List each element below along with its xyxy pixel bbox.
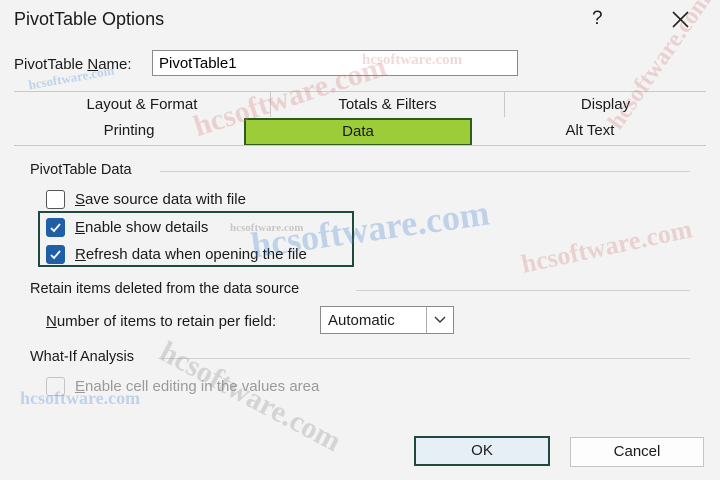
pivottable-name-label: PivotTable Name: [14, 56, 132, 73]
section-divider [160, 171, 690, 172]
tab-alt-text[interactable]: Alt Text [474, 118, 706, 144]
section-pivottable-data-title: PivotTable Data [30, 162, 132, 178]
dialog-title: PivotTable Options [14, 9, 165, 29]
tab-display[interactable]: Display [504, 91, 706, 117]
section-divider [356, 290, 690, 291]
checkmark-icon [50, 223, 61, 233]
enable-cell-editing-label: Enable cell editing in the values area [75, 378, 320, 395]
ok-button[interactable]: OK [414, 436, 550, 466]
close-button[interactable] [666, 4, 694, 32]
refresh-on-open-checkbox[interactable] [46, 245, 65, 264]
enable-show-details-option[interactable]: Enable show details [46, 218, 208, 237]
help-button[interactable]: ? [592, 8, 603, 30]
save-source-data-label: Save source data with file [75, 191, 246, 208]
enable-cell-editing-checkbox[interactable] [46, 377, 65, 396]
section-what-if-title: What-If Analysis [30, 349, 134, 365]
enable-show-details-label: Enable show details [75, 219, 209, 236]
tab-printing[interactable]: Printing [14, 118, 244, 144]
cancel-button[interactable]: Cancel [570, 437, 704, 467]
close-icon [672, 11, 689, 28]
tab-strip: Layout & Format Totals & Filters Display… [14, 91, 706, 146]
save-source-data-option[interactable]: Save source data with file [46, 190, 246, 209]
chevron-down-icon[interactable] [426, 307, 453, 333]
tab-data[interactable]: Data [244, 118, 472, 146]
section-divider [162, 358, 690, 359]
pivottable-options-dialog: PivotTable Options ? PivotTable Name: La… [0, 0, 720, 480]
enable-cell-editing-option[interactable]: Enable cell editing in the values area [46, 377, 319, 396]
refresh-on-open-label: Refresh data when opening the file [75, 246, 307, 263]
enable-show-details-checkbox[interactable] [46, 218, 65, 237]
save-source-data-checkbox[interactable] [46, 190, 65, 209]
section-retain-items-title: Retain items deleted from the data sourc… [30, 281, 300, 297]
title-bar: PivotTable Options ? [0, 0, 720, 40]
refresh-on-open-option[interactable]: Refresh data when opening the file [46, 245, 307, 264]
retain-items-field-label: Number of items to retain per field: [46, 313, 277, 330]
tab-layout-format[interactable]: Layout & Format [14, 91, 270, 117]
pivottable-name-input[interactable] [152, 50, 518, 76]
tab-totals-filters[interactable]: Totals & Filters [270, 91, 504, 117]
checkmark-icon [50, 250, 61, 260]
retain-items-select[interactable]: Automatic [320, 306, 454, 334]
retain-items-select-value: Automatic [328, 311, 395, 329]
